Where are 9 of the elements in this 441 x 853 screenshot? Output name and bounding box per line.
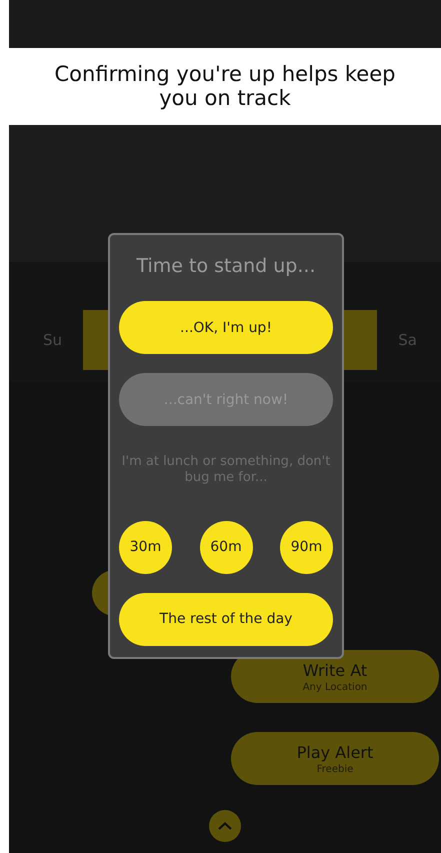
confirm-button[interactable]: ...OK, I'm up! [119,301,333,354]
snooze-button[interactable]: 30m [119,520,172,574]
snooze-button[interactable]: 60m [200,520,252,574]
expand-button[interactable] [209,810,241,842]
snooze-button[interactable]: 90m [280,520,333,574]
rest-of-day-button[interactable]: The rest of the day [119,592,333,646]
chevron-up-icon [218,822,232,830]
banner-text: Confirming you're up helps keep you on track [54,63,396,110]
dialog-title: Time to stand up... [136,255,316,277]
